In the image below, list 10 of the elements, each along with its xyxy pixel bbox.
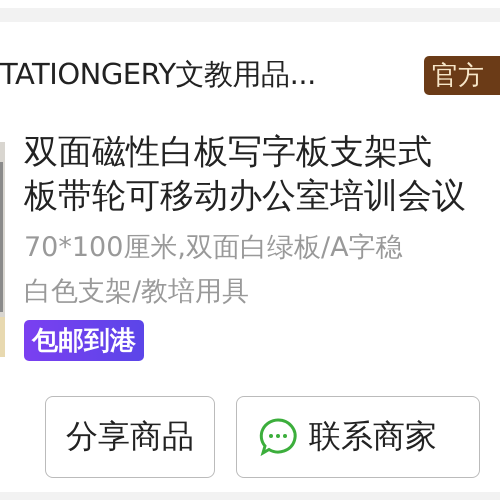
chat-icon	[257, 416, 299, 458]
product-title[interactable]: 板带轮可移动办公室培训会议	[24, 174, 466, 218]
shipping-tag: 包邮到港	[24, 320, 144, 361]
share-button[interactable]: 分享商品	[45, 396, 215, 478]
product-spec: 白色支架/教培用具	[24, 275, 250, 309]
product-spec: 70*100厘米,双面白绿板/A字稳	[24, 231, 404, 265]
shop-name[interactable]: TATIONGERY文教用品...	[0, 55, 316, 95]
official-badge: 官方	[424, 56, 500, 94]
contact-seller-button[interactable]: 联系商家	[236, 396, 480, 478]
product-title[interactable]: 双面磁性白板写字板支架式	[24, 130, 466, 174]
